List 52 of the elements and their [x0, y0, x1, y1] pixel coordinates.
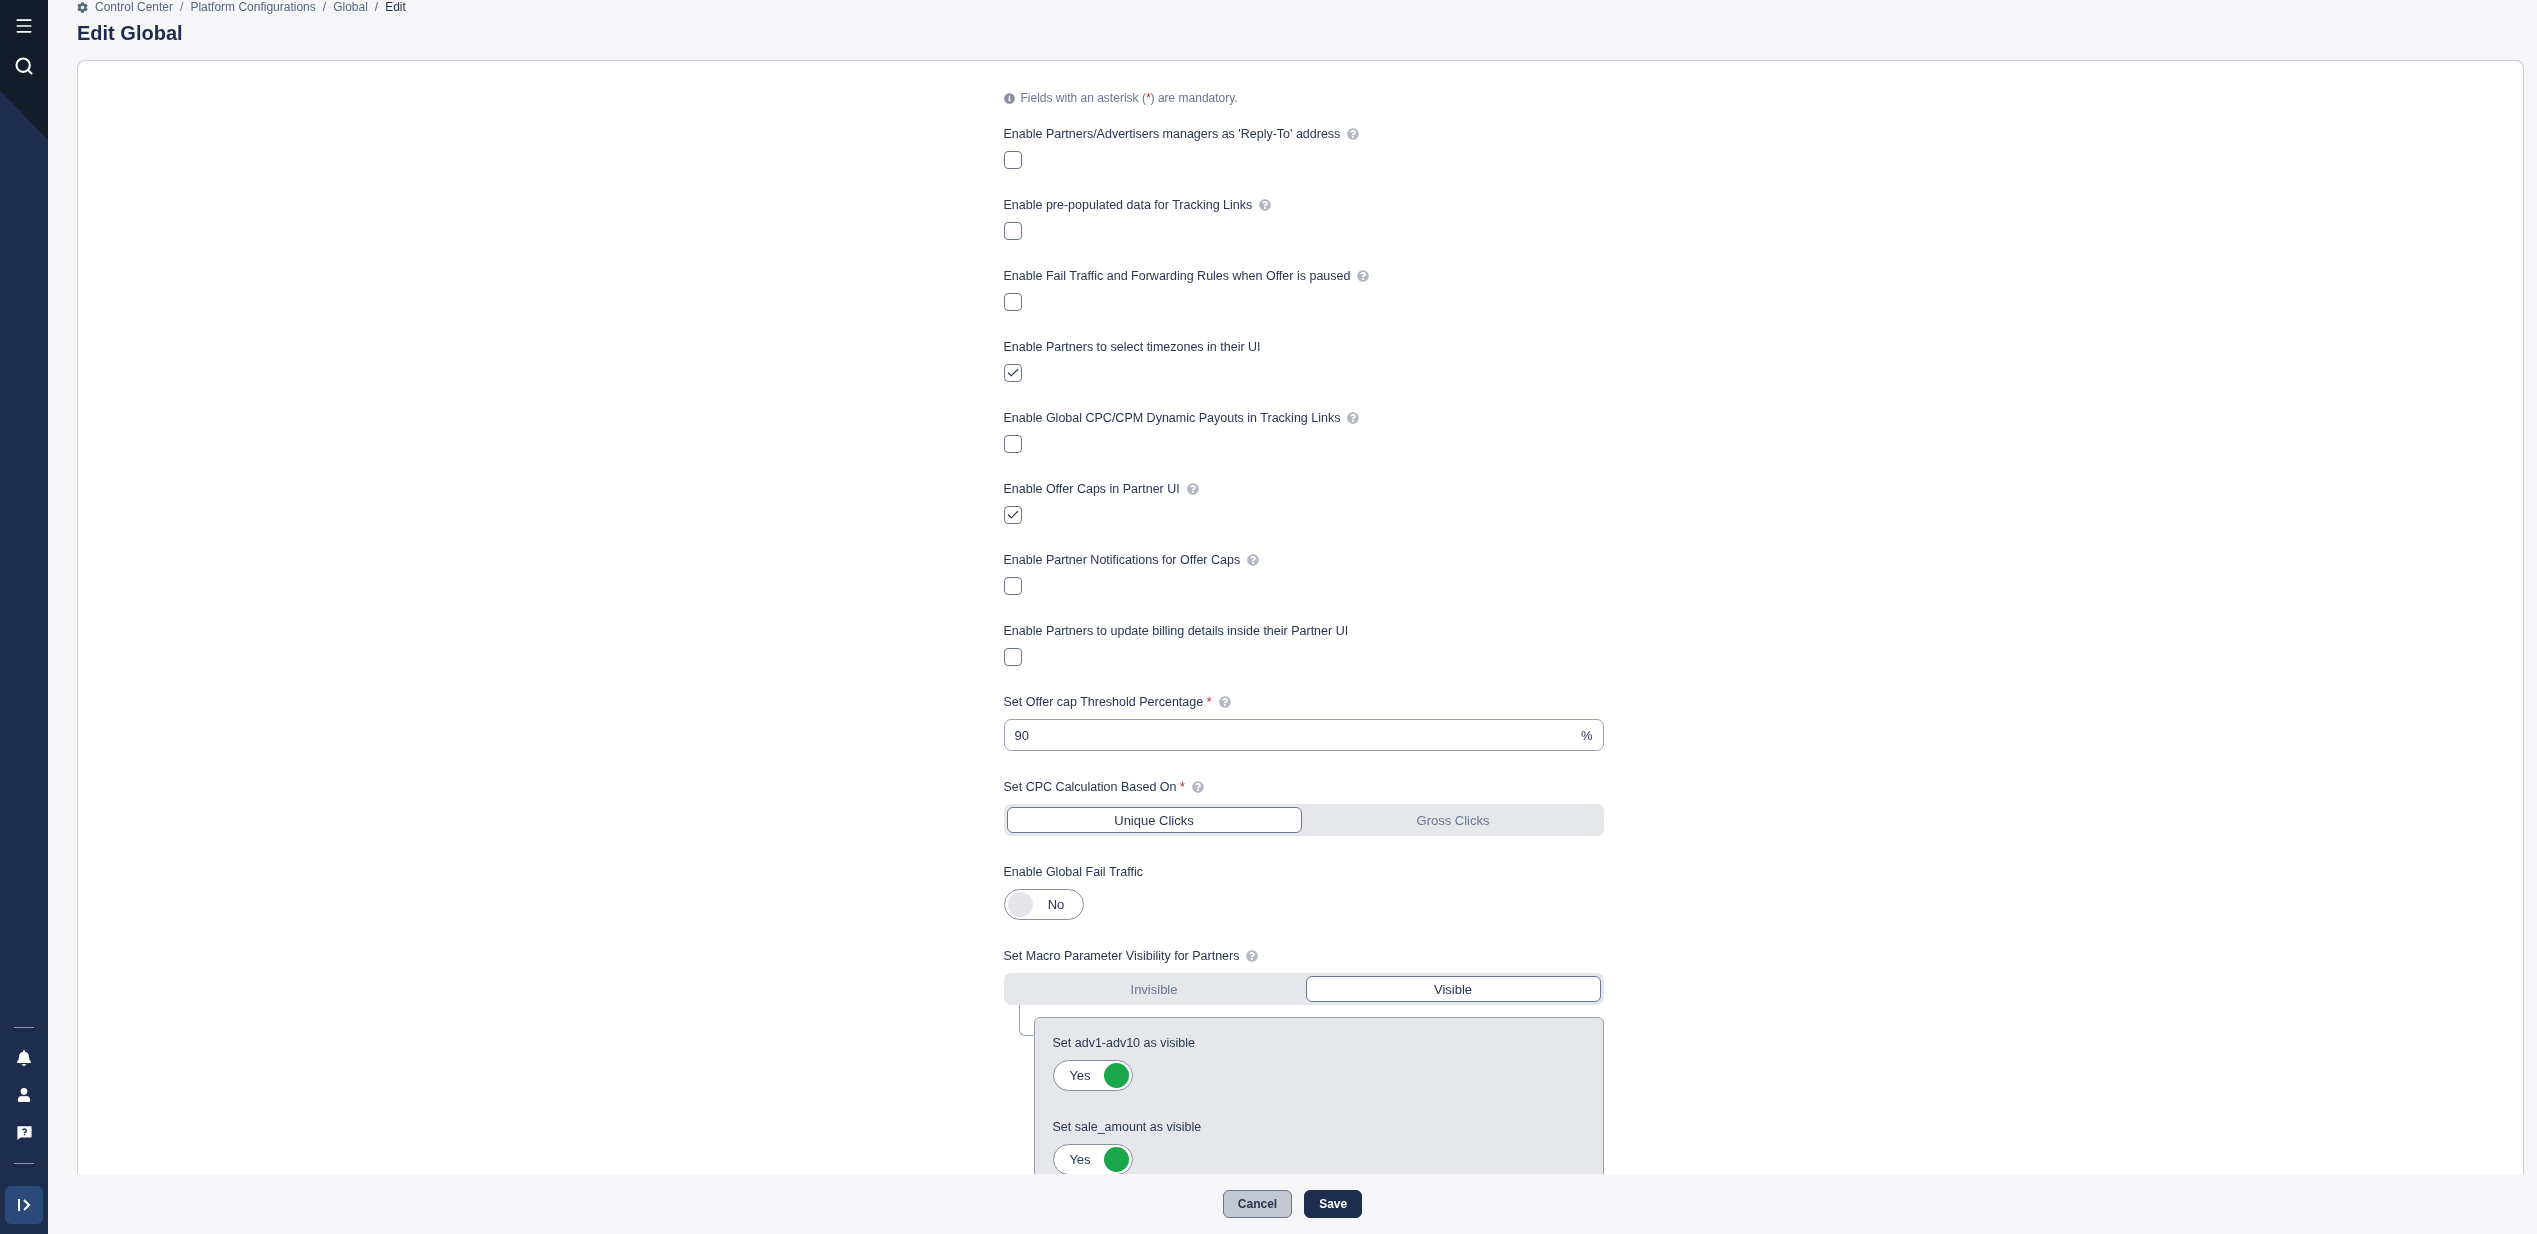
field-label: Set Macro Parameter Visibility for Partners [1003, 949, 1240, 963]
checkmark-icon [1005, 366, 1020, 380]
expand-sidebar-button[interactable] [5, 1186, 43, 1224]
field-label: Enable Partners to update billing details inside their Partner UI [1003, 624, 1349, 638]
breadcrumb-link[interactable]: Platform Configurations [190, 0, 316, 14]
field-label: Enable Global CPC/CPM Dynamic Payouts in Tracking Links [1003, 411, 1341, 425]
checkbox[interactable] [1003, 577, 1022, 595]
breadcrumb-link[interactable]: Control Center [95, 0, 174, 14]
toggle-switch[interactable]: Yes [1052, 1144, 1133, 1174]
menu-icon[interactable] [14, 16, 34, 36]
user-icon[interactable] [17, 1088, 31, 1102]
checkbox[interactable] [1003, 506, 1022, 524]
breadcrumb-link[interactable]: Global [333, 0, 368, 14]
segment-option[interactable]: Invisible [1006, 976, 1302, 1002]
field-label: Enable pre-populated data for Tracking Links [1003, 198, 1253, 212]
checkbox[interactable] [1003, 364, 1022, 382]
breadcrumb-separator: / [180, 0, 184, 14]
field-label: Set adv1-adv10 as visible [1052, 1036, 1195, 1050]
checkmark-icon [1005, 508, 1020, 522]
toggle-switch[interactable]: No [1003, 889, 1084, 920]
field-label: Enable Partner Notifications for Offer Caps [1003, 553, 1241, 567]
checkbox[interactable] [1003, 222, 1022, 240]
page-title: Edit Global [77, 22, 184, 45]
breadcrumb-separator: / [374, 0, 379, 14]
field-label: Set CPC Calculation Based On * [1003, 780, 1185, 794]
segment-option[interactable]: Unique Clicks [1006, 807, 1302, 833]
bell-icon[interactable] [16, 1050, 32, 1066]
field-label: Set Offer cap Threshold Percentage * [1003, 695, 1212, 709]
percentage-input[interactable]: 90 % [1003, 719, 1604, 751]
cancel-button[interactable]: Cancel [1222, 1190, 1293, 1218]
gear-icon [77, 1, 88, 13]
segment-option[interactable]: Visible [1305, 976, 1601, 1002]
search-icon[interactable] [14, 56, 34, 76]
checkbox[interactable] [1003, 648, 1022, 666]
toggle-switch[interactable]: Yes [1052, 1060, 1133, 1091]
field-label: Enable Offer Caps in Partner UI [1003, 482, 1180, 496]
checkbox[interactable] [1003, 293, 1022, 311]
save-button[interactable]: Save [1304, 1190, 1363, 1218]
field-label: Enable Fail Traffic and Forwarding Rules when Offer is paused [1003, 269, 1351, 283]
checkbox[interactable] [1003, 151, 1022, 169]
info-icon [1003, 92, 1015, 104]
breadcrumb-link[interactable]: Edit [385, 0, 406, 14]
help-bubble-icon[interactable] [15, 1124, 33, 1141]
mandatory-notice: Fields with an asterisk (*) are mandatory. [1020, 91, 1238, 105]
field-label: Enable Partners/Advertisers managers as 'Reply-To' address [1003, 127, 1341, 141]
breadcrumb-separator: / [322, 0, 327, 14]
field-label: Enable Partners to select timezones in their UI [1003, 340, 1261, 354]
field-label: Set sale_amount as visible [1052, 1120, 1202, 1134]
expand-icon [15, 1197, 33, 1213]
checkbox[interactable] [1003, 435, 1022, 453]
segment-option[interactable]: Gross Clicks [1305, 807, 1601, 833]
field-label: Enable Global Fail Traffic [1003, 865, 1143, 879]
